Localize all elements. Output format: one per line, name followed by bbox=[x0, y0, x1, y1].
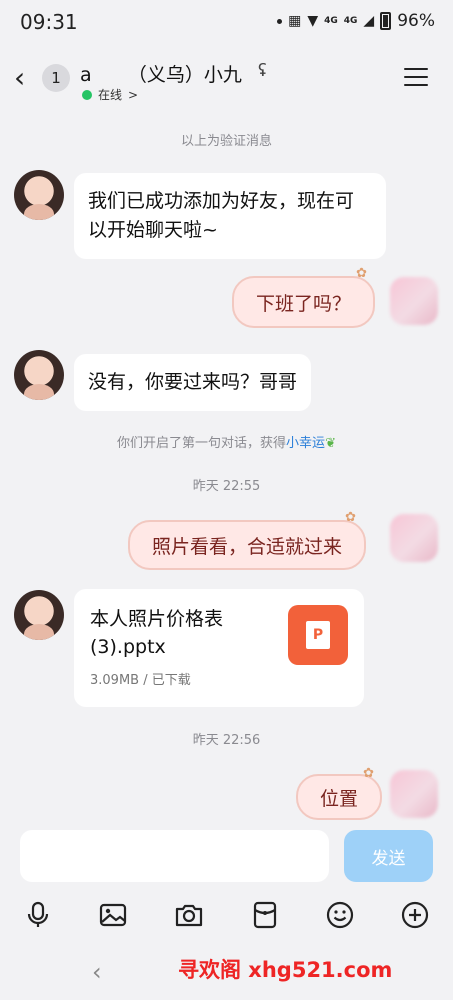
send-button[interactable]: 发送 bbox=[344, 830, 433, 882]
notification-dot-icon bbox=[277, 18, 283, 24]
message-out-2-text: 照片看看，合适就过来 bbox=[152, 535, 343, 558]
sticker-deco-icon: ✿ bbox=[345, 510, 357, 525]
timestamp-2: 昨天 22:56 bbox=[192, 733, 261, 748]
sticker-deco-icon: ✿ bbox=[363, 766, 375, 781]
online-chevron-icon: > bbox=[128, 87, 139, 102]
message-out-2[interactable]: 照片看看，合适就过来 ✿ bbox=[128, 510, 367, 570]
toolbar bbox=[0, 894, 453, 938]
message-in-1[interactable]: 我们已成功添加为好友，现在可以开始聊天啦~ bbox=[74, 173, 386, 259]
ppt-letter: P bbox=[306, 621, 330, 649]
message-input[interactable] bbox=[20, 830, 329, 882]
microphone-icon[interactable] bbox=[23, 900, 53, 930]
watermark: 寻欢阁 xhg521.com bbox=[178, 958, 393, 982]
image-icon[interactable] bbox=[98, 900, 128, 930]
file-meta: 3.09MB / 已下载 bbox=[90, 673, 191, 688]
signal-icon: ◢ bbox=[363, 13, 375, 29]
online-status[interactable]: 在线 > bbox=[82, 86, 138, 103]
earpiece-mode-icon[interactable]: ʢ bbox=[258, 61, 267, 81]
file-name: 本人照片价格表(3).pptx bbox=[90, 608, 224, 658]
system-message-verify: 以上为验证消息 bbox=[180, 134, 272, 149]
system-message-lucky: 你们开启了第一句对话，获得小幸运❦ bbox=[0, 432, 453, 451]
online-status-label: 在线 bbox=[98, 88, 123, 102]
network-b: 4G bbox=[343, 15, 358, 26]
my-avatar[interactable] bbox=[390, 514, 438, 562]
wifi-icon: ▼ bbox=[307, 13, 319, 29]
battery-icon bbox=[380, 12, 392, 30]
message-out-3[interactable]: 位置 ✿ bbox=[296, 766, 383, 820]
back-button[interactable]: ‹ bbox=[14, 64, 40, 94]
battery-level: 96% bbox=[397, 11, 435, 31]
menu-button[interactable] bbox=[404, 68, 428, 88]
contact-avatar[interactable] bbox=[14, 590, 64, 640]
clover-icon: ❦ bbox=[325, 436, 336, 451]
status-bar: 09:31 ▦ ▼ 4G 4G ◢ 96% bbox=[0, 0, 453, 44]
nfc-icon: ▦ bbox=[288, 13, 302, 29]
emoji-icon[interactable] bbox=[325, 900, 355, 930]
file-message-card[interactable]: 本人照片价格表(3).pptx 3.09MB / 已下载 P bbox=[74, 589, 364, 707]
status-icons: ▦ ▼ 4G 4G ◢ 96% bbox=[277, 11, 435, 31]
sticker-deco-icon: ✿ bbox=[356, 266, 368, 281]
chat-header: ‹ 1 a （义乌）小九 ʢ 在线 > bbox=[0, 44, 453, 116]
network-a: 4G bbox=[324, 15, 338, 26]
red-packet-icon[interactable] bbox=[250, 900, 280, 930]
plus-icon[interactable] bbox=[400, 900, 430, 930]
timestamp-1: 昨天 22:55 bbox=[192, 479, 261, 494]
online-dot-icon bbox=[82, 89, 92, 100]
status-time: 09:31 bbox=[20, 10, 78, 34]
system-back-icon[interactable]: ‹ bbox=[92, 958, 102, 986]
input-area: 发送 ‹ 寻欢阁 xhg521.com bbox=[0, 822, 453, 1000]
message-out-1[interactable]: 下班了吗？ ✿ bbox=[232, 266, 376, 328]
lucky-link[interactable]: 小幸运 bbox=[286, 436, 325, 451]
my-avatar[interactable] bbox=[390, 770, 438, 818]
contact-avatar[interactable] bbox=[14, 170, 64, 220]
ppt-file-icon: P bbox=[288, 605, 348, 665]
contact-name[interactable]: a （义乌）小九 bbox=[80, 60, 242, 87]
message-in-2[interactable]: 没有，你要过来吗？哥哥 bbox=[74, 354, 312, 411]
camera-icon[interactable] bbox=[174, 900, 204, 930]
message-out-1-text: 下班了吗？ bbox=[256, 292, 352, 315]
contact-avatar[interactable] bbox=[14, 350, 64, 400]
unread-count-badge[interactable]: 1 bbox=[42, 64, 70, 92]
message-out-3-text: 位置 bbox=[320, 787, 359, 810]
lucky-prefix: 你们开启了第一句对话，获得 bbox=[117, 436, 287, 451]
my-avatar[interactable] bbox=[390, 277, 438, 325]
